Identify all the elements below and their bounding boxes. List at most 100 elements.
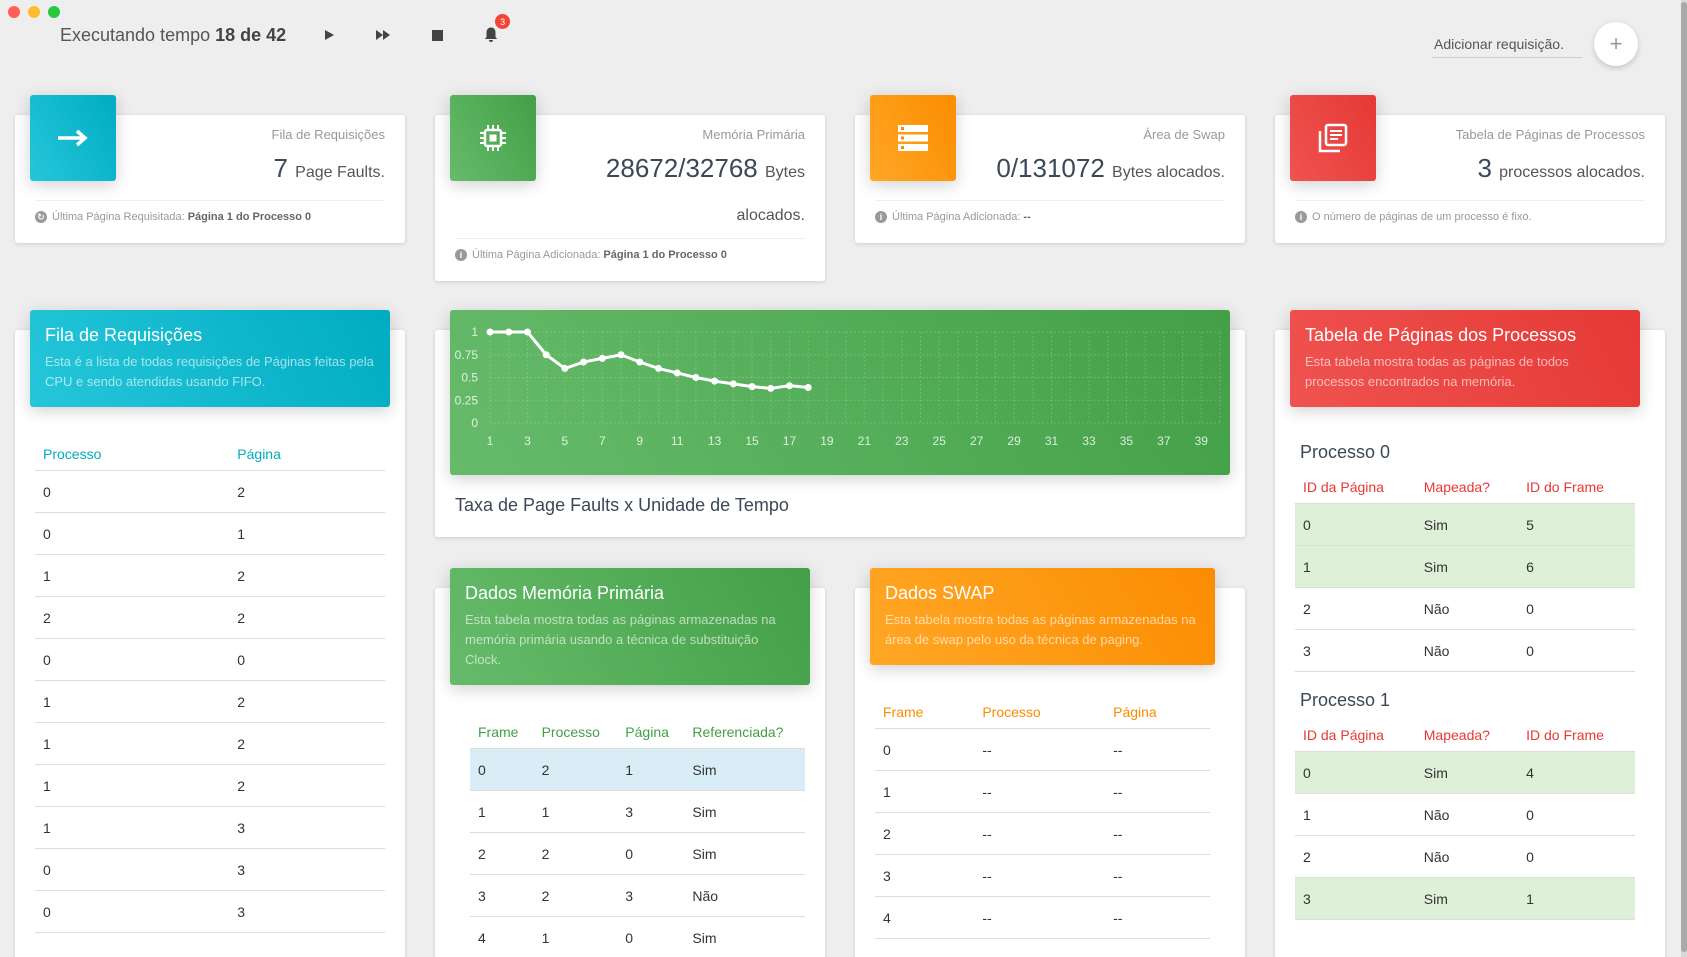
data-point xyxy=(598,354,606,362)
column-header: ID do Frame xyxy=(1518,471,1635,504)
table-cell: Não xyxy=(684,874,805,917)
stat-card-swap: Área de Swap 0/131072 Bytes alocados. iÚ… xyxy=(855,95,1245,243)
storage-icon xyxy=(898,125,928,151)
arrow-right-icon xyxy=(58,129,88,147)
table-cell: 1 xyxy=(229,512,385,555)
table-row: 3 2 3 Não xyxy=(470,874,805,917)
table-row: 3 Não 0 xyxy=(1295,629,1635,672)
add-request-form: + xyxy=(1432,22,1638,66)
table-cell: 1 xyxy=(35,680,230,723)
add-request-button[interactable]: + xyxy=(1594,22,1638,66)
table-cell: 0 xyxy=(1295,751,1416,794)
table-cell: 0 xyxy=(229,638,385,681)
stat-unit: processos alocados. xyxy=(1499,164,1645,181)
x-tick-label: 29 xyxy=(1007,434,1021,448)
swap-table: Frame Processo Página 0 -- -- 1 -- -- 2 -- -- 3 --… xyxy=(875,696,1210,939)
table-cell: Não xyxy=(1415,587,1519,630)
y-tick-label: 1 xyxy=(471,325,478,339)
table-row: 0 2 1 Sim xyxy=(470,748,805,791)
table-cell: 3 xyxy=(617,790,685,833)
history-icon: ↻ xyxy=(35,211,47,223)
fast-forward-button[interactable] xyxy=(370,22,396,48)
table-row: 02 xyxy=(35,470,385,513)
page-fault-chart-card: 0 0.25 0.5 0.75 1 1 3 5 7 9 11 13 15 17 19 21 23 25 27 29 31… xyxy=(435,310,1245,537)
footer-label: Última Página Adicionada: xyxy=(892,211,1021,223)
table-cell: Sim xyxy=(1415,751,1519,794)
stat-icon-box xyxy=(1290,95,1376,181)
close-window-button[interactable] xyxy=(8,6,20,18)
table-row: 1 -- -- xyxy=(875,770,1210,813)
stat-icon-box xyxy=(870,95,956,181)
x-tick-label: 5 xyxy=(562,434,569,448)
table-cell: 0 xyxy=(470,748,534,791)
request-queue-table-wrap: Processo Página 0201122200121212130303 xyxy=(35,438,385,933)
column-header-page: Página xyxy=(229,438,385,471)
footer-label: Última Página Adicionada: xyxy=(472,249,601,261)
data-point xyxy=(729,380,737,388)
table-cell: 0 xyxy=(617,832,685,875)
table-cell: 1 xyxy=(533,916,618,957)
column-header-process: Processo xyxy=(35,438,230,471)
x-tick-label: 31 xyxy=(1045,434,1059,448)
swap-table-wrap: Frame Processo Página 0 -- -- 1 -- -- 2 -- -- 3 --… xyxy=(875,696,1210,939)
stat-number: 7 xyxy=(273,153,288,183)
table-cell: -- xyxy=(974,896,1106,939)
y-tick-label: 0.25 xyxy=(455,393,479,407)
stat-card-requests: Fila de Requisições 7 Page Faults. ↻ Últi… xyxy=(15,95,405,243)
y-tick-label: 0 xyxy=(471,416,478,430)
add-request-input[interactable] xyxy=(1432,30,1582,58)
x-tick-label: 17 xyxy=(783,434,797,448)
table-row: 13 xyxy=(35,806,385,849)
x-tick-label: 19 xyxy=(820,434,834,448)
table-cell: -- xyxy=(1105,896,1210,939)
swap-title: Dados SWAP xyxy=(885,583,995,603)
table-row: 12 xyxy=(35,554,385,597)
primary-memory-table-wrap: Frame Processo Página Referenciada? 021S… xyxy=(470,716,805,957)
table-cell: 1 xyxy=(533,790,618,833)
primary-memory-header: Dados Memória Primária Esta tabela mostr… xyxy=(450,568,810,685)
page-fault-rate-chart: 00.250.50.7511 3 5 7 9 11 13 15 17 19 21 23 25 27 29 31… xyxy=(455,325,1221,448)
maximize-window-button[interactable] xyxy=(48,6,60,18)
x-tick-label: 39 xyxy=(1195,434,1209,448)
data-point xyxy=(636,358,644,366)
table-cell: 1 xyxy=(35,554,230,597)
table-cell: Sim xyxy=(684,832,805,875)
memory-chip-icon xyxy=(480,125,506,151)
footer-value: Página 1 do Processo 0 xyxy=(603,249,727,261)
swap-card: Dados SWAP Esta tabela mostra todas as p… xyxy=(855,568,1245,957)
info-icon: i xyxy=(1295,211,1307,223)
scrollbar-thumb[interactable] xyxy=(1681,2,1687,952)
table-cell: 1 xyxy=(1518,877,1635,920)
table-cell: 0 xyxy=(35,848,230,891)
stat-value: 7 Page Faults. xyxy=(273,149,385,192)
vertical-scrollbar[interactable] xyxy=(1681,0,1687,957)
request-queue-subtitle: Esta é a lista de todas requisições de P… xyxy=(45,354,374,389)
stat-category: Área de Swap xyxy=(1143,127,1225,142)
stat-footer: ↻ Última Página Requisitada: Página 1 do P… xyxy=(35,200,385,223)
minimize-window-button[interactable] xyxy=(28,6,40,18)
table-cell: -- xyxy=(974,728,1106,771)
table-cell: 4 xyxy=(875,896,975,939)
table-row: 2 Não 0 xyxy=(1295,835,1635,878)
notifications-button[interactable]: 3 xyxy=(478,14,511,48)
swap-subtitle: Esta tabela mostra todas as páginas arma… xyxy=(885,612,1196,647)
play-button[interactable] xyxy=(316,22,342,48)
stat-icon-box xyxy=(30,95,116,181)
table-cell: -- xyxy=(1105,770,1210,813)
table-cell: 0 xyxy=(1295,503,1416,546)
table-cell: 1 xyxy=(35,722,230,765)
chart-caption: Taxa de Page Faults x Unidade de Tempo xyxy=(455,495,789,515)
stop-button[interactable] xyxy=(424,22,450,48)
table-cell: 1 xyxy=(875,770,975,813)
table-cell: 3 xyxy=(229,848,385,891)
table-cell: Não xyxy=(1415,835,1519,878)
stat-number: 0/131072 xyxy=(996,153,1105,183)
table-row: 2 -- -- xyxy=(875,812,1210,855)
table-cell: 3 xyxy=(617,874,685,917)
table-cell: 2 xyxy=(1295,587,1416,630)
data-point xyxy=(748,383,756,391)
x-tick-label: 1 xyxy=(487,434,494,448)
table-cell: Não xyxy=(1415,629,1519,672)
data-point xyxy=(523,328,531,336)
request-queue-table: Processo Página 0201122200121212130303 xyxy=(35,438,385,933)
